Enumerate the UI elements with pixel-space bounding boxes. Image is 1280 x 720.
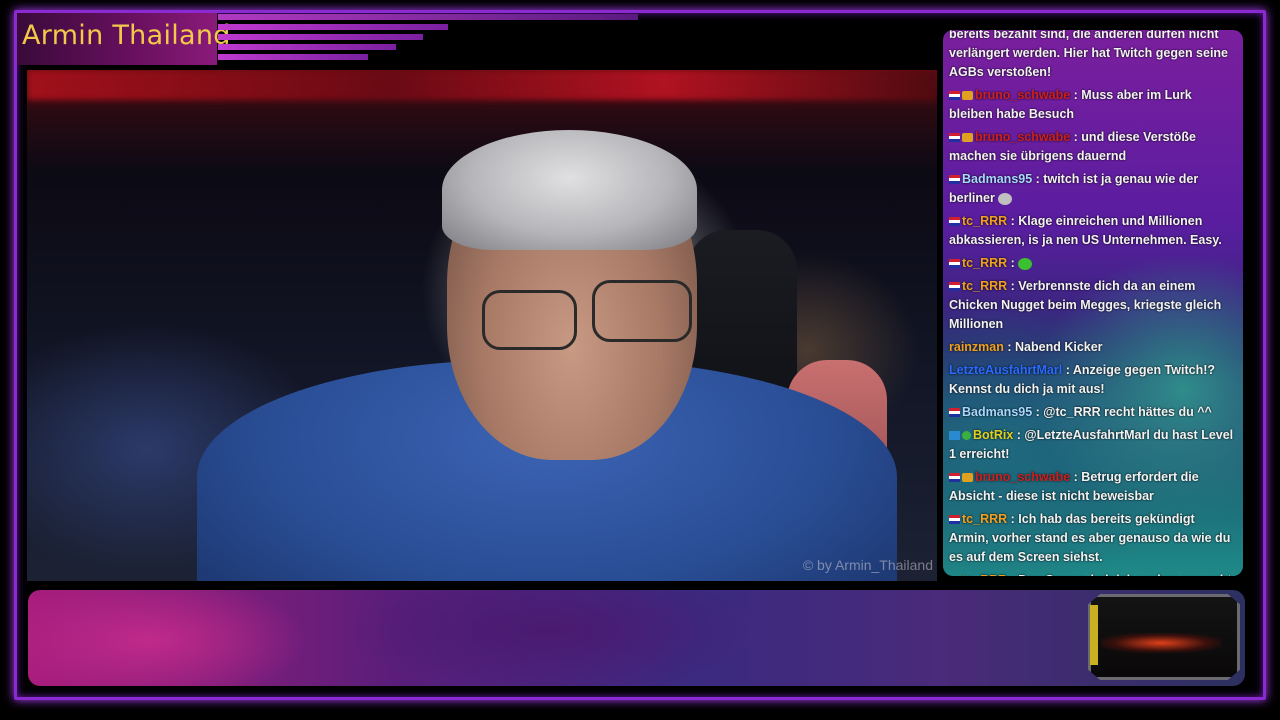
chat-text: : @tc_RRR recht hättes du ^^ [1035, 405, 1212, 419]
chat-message: tc_RRR : [943, 254, 1243, 273]
decor-stripe [218, 44, 396, 50]
chat-username[interactable]: tc_RRR [962, 256, 1007, 270]
chat-username[interactable]: tc_RRR [962, 512, 1007, 526]
chat-username[interactable]: tc_RRR [962, 214, 1007, 228]
chat-username[interactable]: tc_RRR [962, 279, 1007, 293]
green-emote-icon [1018, 257, 1033, 270]
chat-message: bruno_schwabe : Betrug erfordert die Abs… [943, 468, 1243, 506]
chat-message: bruno_schwabe : und diese Verstöße mache… [943, 128, 1243, 166]
chat-message: rainzman : Nabend Kicker [943, 338, 1243, 357]
chat-panel[interactable]: bereits bezahlt sind, die anderen dürfen… [943, 30, 1243, 576]
chat-message: tc_RRR : Verbrennste dich da an einem Ch… [943, 277, 1243, 334]
flag-icon [949, 175, 960, 185]
chat-message: tc_RRR : Ich hab das bereits gekündigt A… [943, 510, 1243, 567]
glasses-right-icon [592, 280, 692, 342]
bottom-banner [28, 590, 1245, 686]
chat-text: bereits bezahlt sind, die anderen dürfen… [949, 30, 1229, 79]
chat-username[interactable]: bruno_schwabe [975, 88, 1070, 102]
chat-text: : Nabend Kicker [1007, 340, 1103, 354]
share-icon [949, 431, 960, 441]
decor-stripe [218, 34, 423, 40]
chat-username[interactable]: bruno_schwabe [975, 130, 1070, 144]
decor-stripe [218, 14, 638, 20]
chat-message: tc_RRR : Klage einreichen und Millionen … [943, 212, 1243, 250]
flag-icon [949, 91, 960, 101]
chat-username[interactable]: Badmans95 [962, 172, 1032, 186]
chat-text: : Den Screen hab ich vorher gemacht. [1011, 573, 1235, 576]
flag-icon [949, 282, 960, 292]
chat-message: Badmans95 : @tc_RRR recht hättes du ^^ [943, 403, 1243, 422]
flag-icon [949, 259, 960, 269]
check-icon [962, 431, 971, 441]
stream-title: Armin Thailand [22, 20, 231, 51]
camera-edge-light [1090, 605, 1098, 665]
flag-icon [949, 217, 960, 227]
camera-light-glow [1101, 633, 1221, 653]
chat-username[interactable]: LetzteAusfahrtMarl [949, 363, 1062, 377]
chat-text: : [1010, 256, 1015, 270]
video-watermark: © by Armin_Thailand [802, 557, 933, 573]
streamer-hair [442, 130, 697, 250]
chat-message: BotRix : @LetzteAusfahrtMarl du hast Lev… [943, 426, 1243, 464]
chat-username[interactable]: Badmans95 [962, 405, 1032, 419]
chat-message: LetzteAusfahrtMarl : Anzeige gegen Twitc… [943, 361, 1243, 399]
secondary-camera [1088, 594, 1240, 680]
decor-stripe [218, 24, 448, 30]
crown-icon [962, 133, 973, 143]
chat-username[interactable]: BotRix [973, 428, 1013, 442]
crown-icon [962, 473, 973, 483]
webcam-video: © by Armin_Thailand [27, 70, 937, 581]
flag-icon [949, 408, 960, 418]
decor-stripe [218, 54, 368, 60]
flag-icon [949, 133, 960, 143]
chat-username[interactable]: tc_RRR [962, 573, 1007, 576]
flag-icon [949, 473, 960, 483]
chat-message: bruno_schwabe : Muss aber im Lurk bleibe… [943, 86, 1243, 124]
chat-username[interactable]: rainzman [949, 340, 1004, 354]
small-emote-icon [998, 192, 1013, 205]
chat-message: bereits bezahlt sind, die anderen dürfen… [943, 30, 1243, 82]
glasses-left-icon [482, 290, 577, 350]
chat-message: tc_RRR : Den Screen hab ich vorher gemac… [943, 571, 1243, 576]
chat-message: Badmans95 : twitch ist ja genau wie der … [943, 170, 1243, 208]
chat-username[interactable]: bruno_schwabe [975, 470, 1070, 484]
flag-icon [949, 515, 960, 525]
background-lights [27, 70, 937, 100]
crown-icon [962, 91, 973, 101]
